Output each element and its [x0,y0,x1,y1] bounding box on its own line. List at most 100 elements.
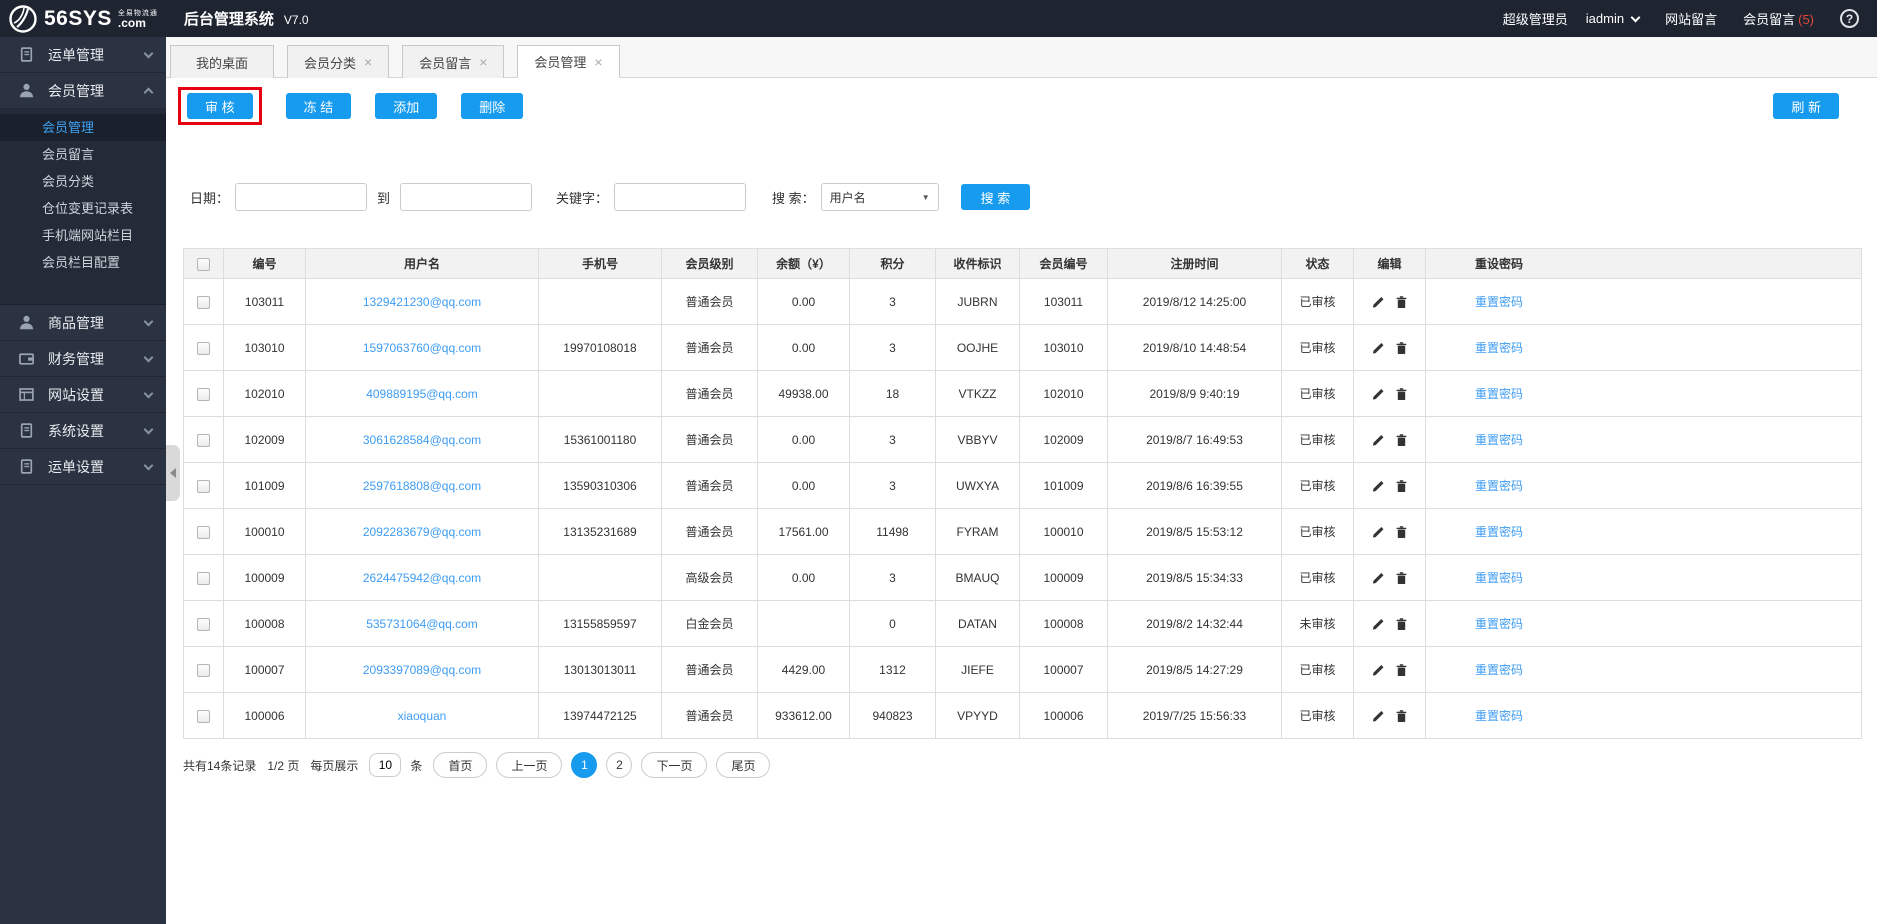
username-link[interactable]: 2093397089@qq.com [363,663,481,677]
trash-icon[interactable] [1395,570,1408,585]
sidebar-item-1[interactable]: 会员管理 [0,73,166,109]
site-messages-link[interactable]: 网站留言 [1665,9,1717,28]
select-all-checkbox[interactable] [197,257,210,271]
username-link[interactable]: xiaoquan [398,709,447,723]
table-row: 100008 535731064@qq.com 13155859597 白金会员 0 DA… [183,600,1862,647]
pencil-icon[interactable] [1372,294,1385,309]
username-link[interactable]: 3061628584@qq.com [363,433,481,447]
tab-1[interactable]: 会员分类 × [287,45,390,78]
sidebar-subitem[interactable]: 会员分类 [0,168,166,195]
row-checkbox[interactable] [197,663,210,677]
row-checkbox[interactable] [197,479,210,493]
sidebar-item-label: 网站设置 [48,386,104,403]
sidebar-item-3[interactable]: 财务管理 [0,341,166,377]
pencil-icon[interactable] [1372,432,1385,447]
search-type-select[interactable]: 用户名 ▼ [820,183,939,211]
user-menu[interactable]: iadmin [1586,11,1641,26]
trash-icon[interactable] [1395,662,1408,677]
username-link[interactable]: 1329421230@qq.com [363,295,481,309]
row-checkbox[interactable] [197,295,210,309]
sidebar-subitem[interactable]: 会员留言 [0,141,166,168]
sidebar-item-label: 运单管理 [48,46,104,63]
trash-icon[interactable] [1395,616,1408,631]
delete-button[interactable]: 删除 [461,93,524,119]
trash-icon[interactable] [1395,432,1408,447]
date-to-input[interactable] [400,183,533,211]
date-from-input[interactable] [235,183,368,211]
trash-icon[interactable] [1395,340,1408,355]
first-page-button[interactable]: 首页 [433,752,488,778]
sidebar-subitem[interactable]: 会员栏目配置 [0,249,166,276]
close-icon[interactable]: × [479,55,487,69]
reset-password-link[interactable]: 重置密码 [1475,525,1523,539]
audit-button[interactable]: 审 核 [187,93,253,119]
pencil-icon[interactable] [1372,340,1385,355]
tab-0[interactable]: 我的桌面 [170,45,274,78]
pencil-icon[interactable] [1372,524,1385,539]
pencil-icon[interactable] [1372,708,1385,723]
trash-icon[interactable] [1395,386,1408,401]
sidebar-subitem[interactable]: 仓位变更记录表 [0,195,166,222]
sidebar-item-0[interactable]: 运单管理 [0,37,166,73]
trash-icon[interactable] [1395,478,1408,493]
row-checkbox[interactable] [197,387,210,401]
row-checkbox[interactable] [197,433,210,447]
sidebar-item-6[interactable]: 运单设置 [0,449,166,485]
cell-points: 1312 [849,646,936,693]
reset-password-link[interactable]: 重置密码 [1475,341,1523,355]
username-link[interactable]: 2597618808@qq.com [363,479,481,493]
trash-icon[interactable] [1395,294,1408,309]
pencil-icon[interactable] [1372,616,1385,631]
reset-password-link[interactable]: 重置密码 [1475,295,1523,309]
tab-2[interactable]: 会员留言 × [402,45,505,78]
trash-icon[interactable] [1395,524,1408,539]
username-link[interactable]: 409889195@qq.com [366,387,478,401]
help-icon[interactable]: ? [1840,9,1859,28]
keyword-input[interactable] [614,183,747,211]
search-button[interactable]: 搜 索 [960,184,1031,210]
row-checkbox[interactable] [197,617,210,631]
sidebar-subitem[interactable]: 会员管理 [0,114,166,141]
sidebar-collapse-handle[interactable] [166,445,180,501]
username-link[interactable]: 2092283679@qq.com [363,525,481,539]
reset-password-link[interactable]: 重置密码 [1475,387,1523,401]
add-button[interactable]: 添加 [375,93,438,119]
row-checkbox[interactable] [197,525,210,539]
pencil-icon[interactable] [1372,570,1385,585]
reset-password-link[interactable]: 重置密码 [1475,663,1523,677]
page-number-button[interactable]: 2 [606,752,633,778]
prev-page-button[interactable]: 上一页 [496,752,563,778]
sidebar-item-4[interactable]: 网站设置 [0,377,166,413]
per-page-input[interactable] [369,753,402,777]
page-number-button[interactable]: 1 [571,752,598,778]
pencil-icon[interactable] [1372,386,1385,401]
username-link[interactable]: 1597063760@qq.com [363,341,481,355]
sidebar-subitem[interactable]: 手机端网站栏目 [0,222,166,249]
reset-password-link[interactable]: 重置密码 [1475,433,1523,447]
row-checkbox[interactable] [197,571,210,585]
trash-icon[interactable] [1395,708,1408,723]
sidebar-item-5[interactable]: 系统设置 [0,413,166,449]
row-checkbox[interactable] [197,709,210,723]
username-link[interactable]: 2624475942@qq.com [363,571,481,585]
tab-3[interactable]: 会员管理 × [517,45,620,78]
to-label: 到 [377,190,391,206]
reset-password-link[interactable]: 重置密码 [1475,571,1523,585]
sidebar-item-2[interactable]: 商品管理 [0,305,166,341]
reset-password-link[interactable]: 重置密码 [1475,617,1523,631]
close-icon[interactable]: × [594,55,602,69]
pencil-icon[interactable] [1372,478,1385,493]
close-icon[interactable]: × [364,55,372,69]
toolbar: 审 核 冻 结 添加 删除 刷 新 [166,78,1877,131]
freeze-button[interactable]: 冻 结 [285,93,352,119]
last-page-button[interactable]: 尾页 [716,752,771,778]
refresh-button[interactable]: 刷 新 [1773,93,1839,119]
pencil-icon[interactable] [1372,662,1385,677]
next-page-button[interactable]: 下一页 [641,752,708,778]
reset-password-link[interactable]: 重置密码 [1475,709,1523,723]
reset-password-link[interactable]: 重置密码 [1475,479,1523,493]
username-link[interactable]: 535731064@qq.com [366,617,478,631]
member-messages-link[interactable]: 会员留言 (5) [1743,9,1814,28]
row-checkbox[interactable] [197,341,210,355]
cell-balance: 0.00 [757,554,850,601]
